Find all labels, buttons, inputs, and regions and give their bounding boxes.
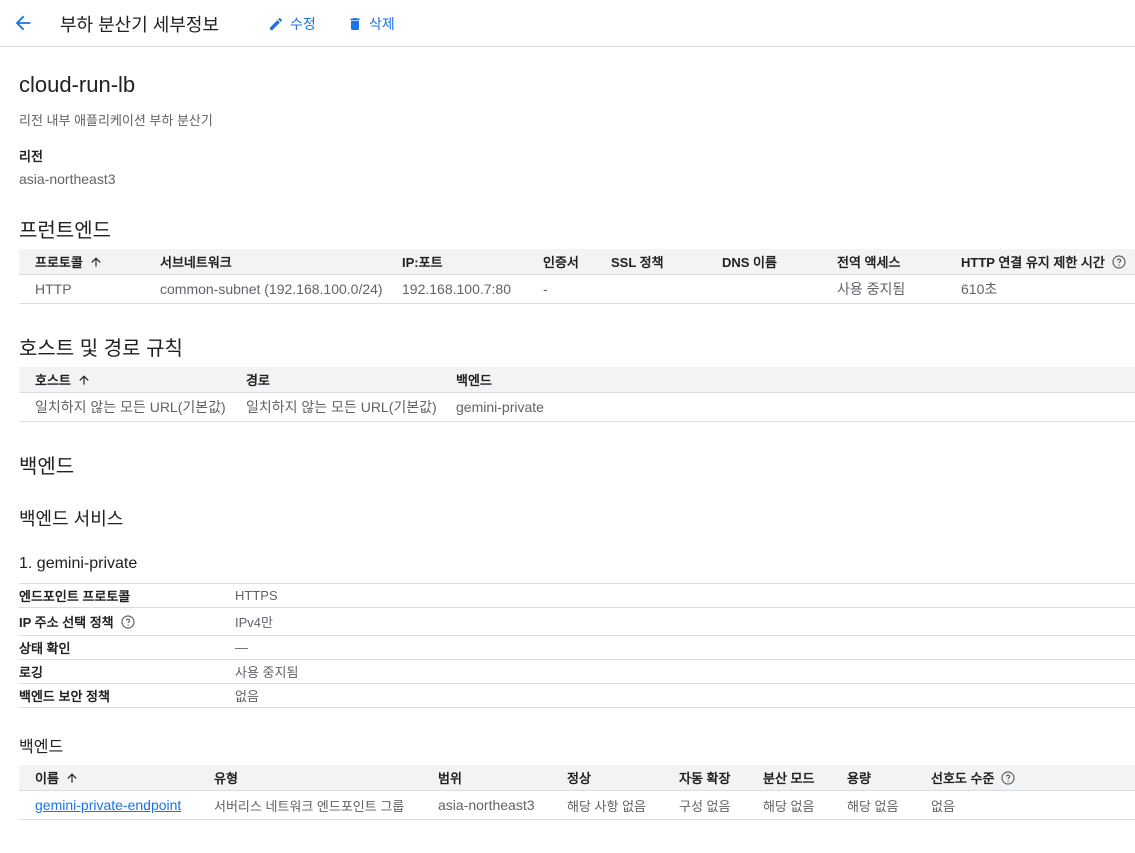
cell-protocol: HTTP bbox=[19, 274, 160, 304]
help-circle-icon[interactable] bbox=[1000, 770, 1016, 786]
help-circle-icon[interactable] bbox=[1111, 254, 1127, 270]
detail-row: IP 주소 선택 정책 IPv4만 bbox=[19, 608, 1135, 636]
detail-row: 로깅 사용 중지됨 bbox=[19, 660, 1135, 684]
column-header-autoscaling: 자동 확장 bbox=[679, 765, 763, 791]
column-header-protocol[interactable]: 프로토콜 bbox=[19, 249, 160, 275]
backend-service-name: 1. gemini-private bbox=[19, 555, 138, 572]
pencil-icon bbox=[270, 17, 283, 30]
table-row: 일치하지 않는 모든 URL(기본값) 일치하지 않는 모든 URL(기본값) … bbox=[19, 392, 1135, 422]
detail-row: 상태 확인 — bbox=[19, 636, 1135, 660]
cell-capacity: 해당 없음 bbox=[847, 790, 931, 820]
routing-table: 호스트 경로 백엔드 일치하지 않는 모든 URL(기본값) 일치하지 않는 모… bbox=[19, 367, 1135, 422]
column-header-certificate: 인증서 bbox=[543, 249, 611, 275]
delete-button[interactable]: 삭제 bbox=[347, 14, 395, 34]
cell-preference: 없음 bbox=[931, 790, 1135, 820]
column-header-global-access: 전역 액세스 bbox=[837, 249, 961, 275]
detail-label: 로깅 bbox=[19, 665, 43, 680]
column-header-subnet: 서브네트워크 bbox=[160, 249, 402, 275]
cell-global-access: 사용 중지됨 bbox=[837, 274, 961, 304]
routing-title: 호스트 및 경로 규칙 bbox=[19, 338, 183, 360]
arrow-left-icon[interactable] bbox=[12, 12, 34, 34]
cell-keepalive: 610초 bbox=[961, 274, 1135, 304]
detail-value: 사용 중지됨 bbox=[235, 665, 299, 680]
frontend-header-row: 프로토콜 서브네트워크 IP:포트 인증서 SSL 정책 DNS 이름 전역 액… bbox=[19, 249, 1135, 275]
detail-label-wrap: IP 주소 선택 정책 bbox=[19, 612, 235, 631]
top-bar: 부하 분산기 세부정보 수정 삭제 bbox=[0, 0, 1135, 47]
column-header-ssl-policy: SSL 정책 bbox=[611, 249, 722, 275]
cell-path: 일치하지 않는 모든 URL(기본값) bbox=[246, 392, 456, 422]
backend-title: 백엔드 bbox=[19, 456, 75, 478]
backend-services-title: 백엔드 서비스 bbox=[19, 509, 124, 529]
detail-row: 엔드포인트 프로토콜 HTTPS bbox=[19, 584, 1135, 608]
detail-value: IPv4만 bbox=[235, 615, 273, 630]
column-header-path: 경로 bbox=[246, 367, 456, 393]
detail-value: — bbox=[235, 640, 248, 655]
column-header-host[interactable]: 호스트 bbox=[19, 367, 246, 393]
cell-name: gemini-private-endpoint bbox=[19, 790, 214, 820]
column-header-dns-name: DNS 이름 bbox=[722, 249, 837, 275]
frontend-table: 프로토콜 서브네트워크 IP:포트 인증서 SSL 정책 DNS 이름 전역 액… bbox=[19, 249, 1135, 304]
delete-label: 삭제 bbox=[369, 16, 395, 32]
cell-host: 일치하지 않는 모든 URL(기본값) bbox=[19, 392, 246, 422]
column-header-capacity: 용량 bbox=[847, 765, 931, 791]
region-value: asia-northeast3 bbox=[19, 171, 116, 187]
routing-header-row: 호스트 경로 백엔드 bbox=[19, 367, 1135, 393]
detail-label: 상태 확인 bbox=[19, 641, 71, 656]
backends-title: 백엔드 bbox=[19, 739, 64, 756]
column-header-name[interactable]: 이름 bbox=[19, 765, 214, 791]
detail-label: 백엔드 보안 정책 bbox=[19, 689, 110, 704]
column-header-backend: 백엔드 bbox=[456, 367, 1135, 393]
cell-backend: gemini-private bbox=[456, 392, 1135, 422]
frontend-title: 프런트엔드 bbox=[19, 220, 111, 242]
table-row: gemini-private-endpoint 서버리스 네트워크 엔드포인트 … bbox=[19, 790, 1135, 820]
table-row: HTTP common-subnet (192.168.100.0/24) 19… bbox=[19, 274, 1135, 304]
cell-healthy: 해당 사항 없음 bbox=[567, 790, 679, 820]
column-header-balancing-mode: 분산 모드 bbox=[763, 765, 847, 791]
cell-subnet: common-subnet (192.168.100.0/24) bbox=[160, 274, 402, 304]
backend-link[interactable]: gemini-private-endpoint bbox=[35, 797, 181, 813]
backends-header-row: 이름 유형 범위 정상 자동 확장 분산 모드 용량 선호도 수준 bbox=[19, 765, 1135, 791]
detail-row: 백엔드 보안 정책 없음 bbox=[19, 684, 1135, 708]
column-header-preference: 선호도 수준 bbox=[931, 765, 1135, 791]
detail-value: HTTPS bbox=[235, 588, 278, 603]
cell-scope: asia-northeast3 bbox=[438, 790, 567, 820]
edit-button[interactable]: 수정 bbox=[268, 14, 316, 34]
cell-certificate: - bbox=[543, 274, 611, 304]
arrow-up-icon bbox=[67, 772, 77, 783]
lb-type: 리전 내부 애플리케이션 부하 분산기 bbox=[19, 113, 213, 128]
column-header-keepalive: HTTP 연결 유지 제한 시간 bbox=[961, 249, 1135, 275]
trash-icon bbox=[350, 18, 360, 30]
cell-ip-port: 192.168.100.7:80 bbox=[402, 274, 543, 304]
column-header-scope: 범위 bbox=[438, 765, 567, 791]
cell-autoscaling: 구성 없음 bbox=[679, 790, 763, 820]
detail-label: IP 주소 선택 정책 bbox=[19, 615, 114, 630]
column-header-type: 유형 bbox=[214, 765, 438, 791]
backend-service-details: 엔드포인트 프로토콜 HTTPS IP 주소 선택 정책 IPv4만 상태 확인… bbox=[19, 583, 1135, 708]
region-label: 리전 bbox=[19, 149, 43, 164]
arrow-up-icon bbox=[79, 374, 89, 385]
arrow-up-icon bbox=[91, 256, 101, 267]
cell-dns-name bbox=[722, 274, 837, 304]
column-header-ip-port: IP:포트 bbox=[402, 249, 543, 275]
cell-type: 서버리스 네트워크 엔드포인트 그룹 bbox=[214, 790, 438, 820]
cell-ssl-policy bbox=[611, 274, 722, 304]
edit-label: 수정 bbox=[290, 16, 316, 32]
page-title: 부하 분산기 세부정보 bbox=[60, 15, 220, 35]
detail-label: 엔드포인트 프로토콜 bbox=[19, 589, 131, 604]
help-circle-icon[interactable] bbox=[120, 614, 136, 630]
detail-value: 없음 bbox=[235, 689, 259, 704]
column-header-healthy: 정상 bbox=[567, 765, 679, 791]
backends-table: 이름 유형 범위 정상 자동 확장 분산 모드 용량 선호도 수준 gemini… bbox=[19, 765, 1135, 820]
cell-balancing-mode: 해당 없음 bbox=[763, 790, 847, 820]
lb-name: cloud-run-lb bbox=[19, 72, 136, 97]
